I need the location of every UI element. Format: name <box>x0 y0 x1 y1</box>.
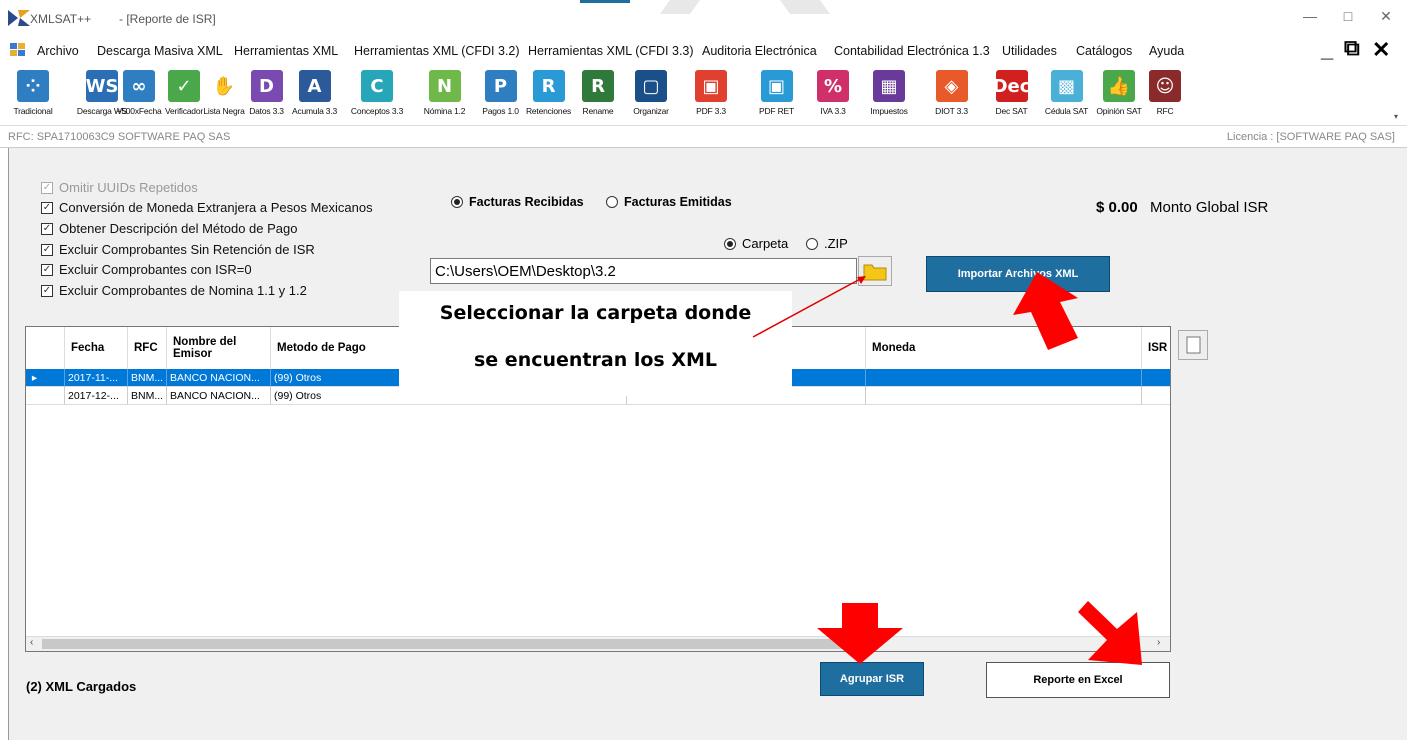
annotation-overlay <box>752 272 1142 665</box>
arrow-to-excel-icon <box>1078 601 1142 665</box>
pointer-line-arrow <box>752 276 866 338</box>
arrow-to-import-icon <box>1013 272 1078 350</box>
arrow-to-agrupar-icon <box>817 603 903 664</box>
